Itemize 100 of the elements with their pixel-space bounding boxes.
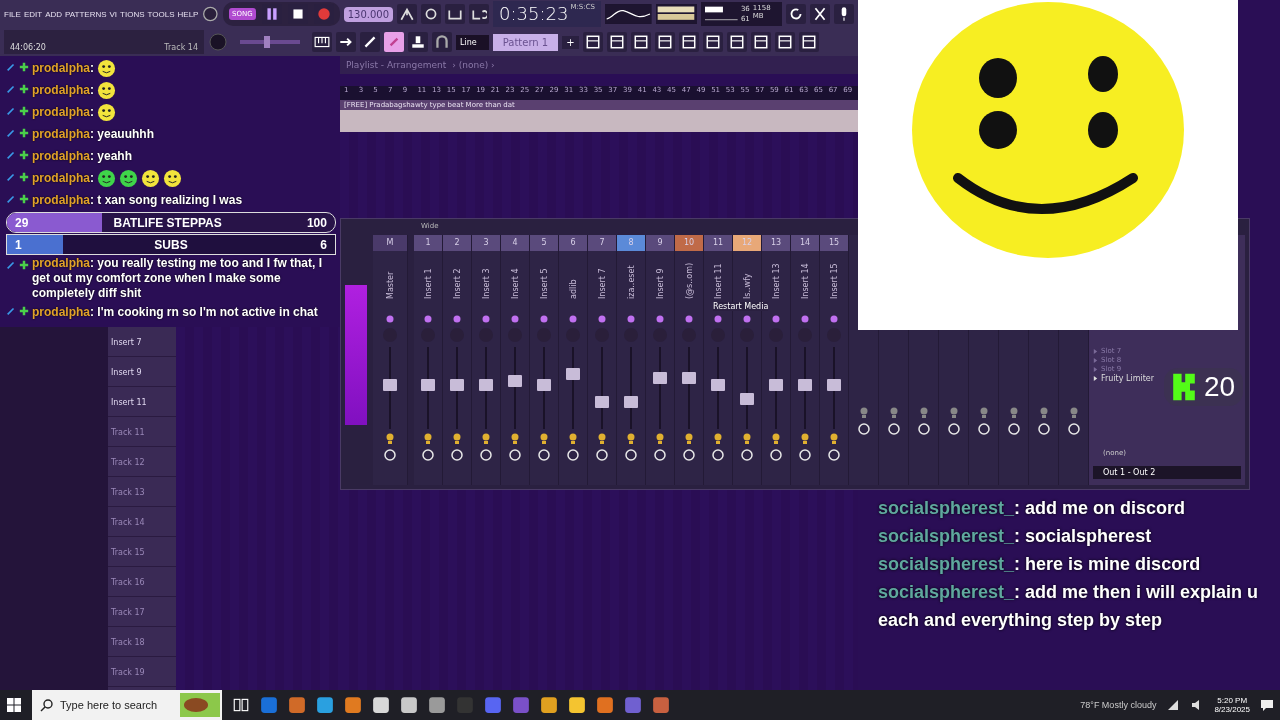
send-dot-icon[interactable] <box>685 315 693 323</box>
effect-slot[interactable]: Fruity Limiter <box>1101 374 1155 383</box>
send-dot-icon[interactable] <box>386 315 394 323</box>
clock-icon[interactable] <box>596 449 608 461</box>
bulb-icon[interactable] <box>452 433 462 445</box>
bulb-icon[interactable] <box>385 433 395 445</box>
channel-number[interactable]: 1 <box>414 235 442 251</box>
clock-icon[interactable] <box>917 423 930 435</box>
menu-item[interactable]: EDIT <box>23 9 43 19</box>
app-icon[interactable] <box>568 696 586 714</box>
window-icon[interactable] <box>654 32 675 52</box>
channel-number[interactable]: 15 <box>820 235 848 251</box>
send-dot-icon[interactable] <box>627 315 635 323</box>
menu-item[interactable]: ADD <box>45 9 63 19</box>
clock-icon[interactable] <box>1007 423 1020 435</box>
send-dot-icon[interactable] <box>424 315 432 323</box>
bulb-icon[interactable] <box>1008 407 1019 419</box>
clock-icon[interactable] <box>451 449 463 461</box>
window-icon[interactable] <box>774 32 795 52</box>
task-view-icon[interactable] <box>232 696 250 714</box>
window-icon[interactable] <box>750 32 771 52</box>
clock-icon[interactable] <box>799 449 811 461</box>
fader-handle[interactable] <box>827 378 841 391</box>
notification-icon[interactable] <box>1260 698 1274 712</box>
bulb-icon[interactable] <box>888 407 899 419</box>
channel-number[interactable]: 11 <box>704 235 732 251</box>
channel-number[interactable]: M <box>373 235 407 251</box>
send-dot-icon[interactable] <box>598 315 606 323</box>
send-dot-icon[interactable] <box>772 315 780 323</box>
app-icon[interactable] <box>428 696 446 714</box>
send-dot-icon[interactable] <box>656 315 664 323</box>
app-icon[interactable] <box>596 696 614 714</box>
bulb-icon[interactable] <box>655 433 665 445</box>
channel-number[interactable]: 14 <box>791 235 819 251</box>
fader-handle[interactable] <box>537 378 551 391</box>
fader-handle[interactable] <box>740 392 754 405</box>
refresh-icon[interactable] <box>786 4 806 24</box>
knob-icon[interactable] <box>202 4 220 24</box>
send-dot-icon[interactable] <box>569 315 577 323</box>
pencil-icon[interactable] <box>360 32 380 52</box>
microphone-icon[interactable] <box>834 4 854 24</box>
menu-item[interactable]: HELP <box>177 9 199 19</box>
bulb-icon[interactable] <box>858 407 869 419</box>
send-dot-icon[interactable] <box>453 315 461 323</box>
keyboard-icon[interactable] <box>312 32 332 52</box>
scissors-icon[interactable] <box>810 4 830 24</box>
fader-handle[interactable] <box>682 371 696 384</box>
send-dot-icon[interactable] <box>540 315 548 323</box>
channel-number[interactable]: 9 <box>646 235 674 251</box>
window-icon[interactable] <box>798 32 819 52</box>
app-icon[interactable] <box>344 696 362 714</box>
menu-item[interactable]: FILE <box>4 9 21 19</box>
bulb-icon[interactable] <box>597 433 607 445</box>
fader-handle[interactable] <box>769 378 783 391</box>
fader-handle[interactable] <box>508 375 522 387</box>
clock-icon[interactable] <box>1037 423 1050 435</box>
window-icon[interactable] <box>582 32 603 52</box>
window-icon[interactable] <box>606 32 627 52</box>
slider-handle[interactable] <box>264 36 271 48</box>
bulb-icon[interactable] <box>742 433 752 445</box>
output-select[interactable]: Out 1 - Out 2 <box>1093 466 1241 479</box>
menu-item[interactable]: VI <box>109 9 118 19</box>
app-icon[interactable] <box>540 696 558 714</box>
channel-number[interactable]: 2 <box>443 235 471 251</box>
window-icon[interactable] <box>702 32 723 52</box>
fader-handle[interactable] <box>624 396 638 408</box>
stamp-icon[interactable] <box>408 32 428 52</box>
bulb-icon[interactable] <box>829 433 839 445</box>
bulb-icon[interactable] <box>800 433 810 445</box>
window-icon[interactable] <box>678 32 699 52</box>
breadcrumb[interactable]: › (none) › <box>452 60 495 70</box>
bulb-icon[interactable] <box>1068 407 1079 419</box>
channel-number[interactable]: 6 <box>559 235 587 251</box>
bulb-icon[interactable] <box>510 433 520 445</box>
add-pattern-button[interactable]: + <box>562 35 579 49</box>
menu-item[interactable]: TOOLS <box>147 9 175 19</box>
channel-number[interactable]: 13 <box>762 235 790 251</box>
bulb-icon[interactable] <box>539 433 549 445</box>
bulb-icon[interactable] <box>684 433 694 445</box>
clock-icon[interactable] <box>770 449 782 461</box>
clock-icon[interactable] <box>1067 423 1080 435</box>
clock-icon[interactable] <box>712 449 724 461</box>
clock-area[interactable]: 5:20 PM 8/23/2025 <box>1214 696 1250 714</box>
clock-icon[interactable] <box>509 449 521 461</box>
bulb-icon[interactable] <box>978 407 989 419</box>
windows-start-icon[interactable] <box>6 697 22 713</box>
bulb-icon[interactable] <box>918 407 929 419</box>
fader-handle[interactable] <box>450 378 464 391</box>
tempo-display[interactable]: 130.000 <box>343 6 394 22</box>
network-icon[interactable] <box>1166 698 1181 712</box>
menu-item[interactable]: PATTERNS <box>65 9 107 19</box>
channel-number[interactable]: 4 <box>501 235 529 251</box>
clock-icon[interactable] <box>683 449 695 461</box>
send-dot-icon[interactable] <box>801 315 809 323</box>
bulb-icon[interactable] <box>423 433 433 445</box>
fader-handle[interactable] <box>421 378 435 391</box>
pattern-select[interactable]: Pattern 1 <box>492 33 559 51</box>
clock-icon[interactable] <box>828 449 840 461</box>
magnet-icon[interactable] <box>432 32 452 52</box>
fader-handle[interactable] <box>566 368 580 380</box>
